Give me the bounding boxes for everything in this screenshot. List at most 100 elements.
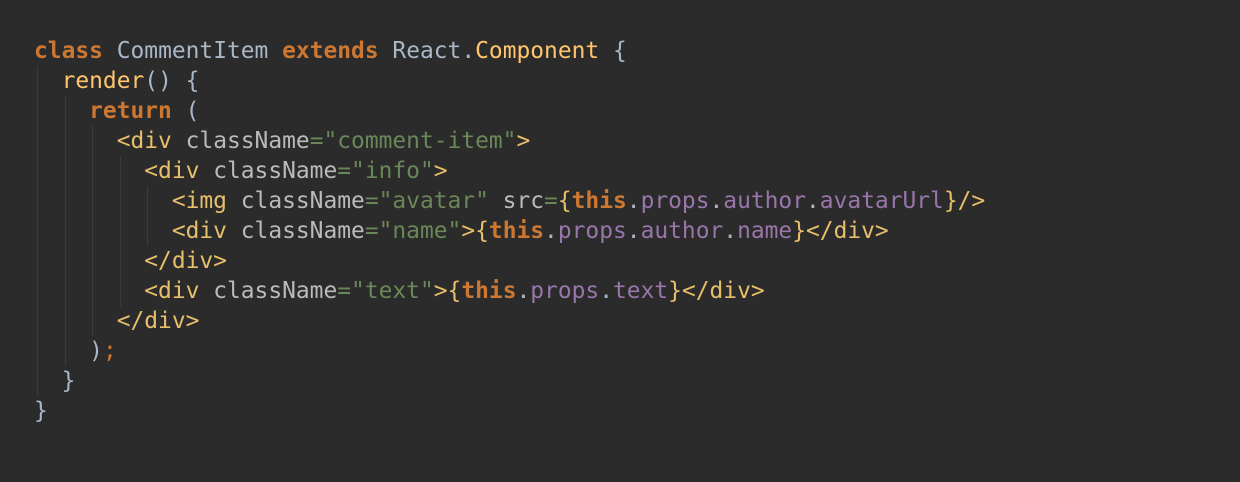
code-token: name <box>737 218 793 244</box>
code-token: "info" <box>351 158 434 184</box>
code-token: . <box>626 188 641 214</box>
code-token: . <box>805 188 820 214</box>
code-token: src <box>502 188 545 214</box>
code-token: > <box>433 278 448 304</box>
code-token: <img <box>171 188 227 214</box>
code-token: this <box>571 188 627 214</box>
code-token: author <box>723 188 806 214</box>
code-token: ) <box>89 338 103 364</box>
code-token: this <box>488 218 545 244</box>
code-token: . <box>516 278 531 304</box>
code-token: { <box>447 278 462 304</box>
code-token: . <box>709 188 724 214</box>
code-token: className <box>185 128 310 154</box>
code-token: { <box>475 218 489 244</box>
code-line: </div> <box>34 306 985 336</box>
code-token: </div> <box>144 248 227 274</box>
code-token: { <box>599 38 627 64</box>
code-token: this <box>461 278 517 304</box>
code-token: text <box>613 278 669 304</box>
code-token: className <box>240 218 365 244</box>
code-token: = <box>544 188 558 214</box>
code-token: <div <box>144 278 200 304</box>
code-token: } <box>61 368 76 394</box>
code-token: > <box>461 218 476 244</box>
code-token: </div> <box>681 278 765 304</box>
code-token: = <box>364 188 379 214</box>
code-token: <div <box>116 128 172 154</box>
code-token: <div <box>144 158 200 184</box>
code-token: </div> <box>806 218 889 244</box>
code-token: = <box>337 158 352 184</box>
code-token: /> <box>957 188 986 214</box>
code-token: . <box>626 218 641 244</box>
code-token: } <box>668 278 682 304</box>
code-line: <div className="text">{this.props.text}<… <box>34 276 985 306</box>
code-token: render <box>61 68 145 94</box>
code-token: className <box>213 158 338 184</box>
code-token: } <box>943 188 958 214</box>
code-token: React <box>392 38 462 64</box>
code-token: "comment-item" <box>323 128 517 154</box>
code-token: <div <box>171 218 227 244</box>
code-token: CommentItem <box>116 38 269 64</box>
code-token: props <box>640 188 710 214</box>
code-token: className <box>213 278 338 304</box>
code-token: author <box>640 218 724 244</box>
code-line: } <box>34 396 985 426</box>
code-token: </div> <box>116 308 200 334</box>
code-line: class CommentItem extends React.Componen… <box>34 36 985 66</box>
code-line: return ( <box>34 96 985 126</box>
code-token: className <box>240 188 365 214</box>
code-token: { <box>557 188 572 214</box>
code-token: > <box>516 128 531 154</box>
code-token: > <box>433 158 448 184</box>
code-block[interactable]: class CommentItem extends React.Componen… <box>34 36 985 426</box>
code-line: render() { <box>34 66 985 96</box>
code-token: } <box>34 398 48 424</box>
code-token: Component <box>475 38 600 64</box>
code-token: avatarUrl <box>819 188 944 214</box>
code-editor[interactable]: class CommentItem extends React.Componen… <box>0 0 1240 482</box>
code-token: class <box>34 38 103 64</box>
code-token: "text" <box>351 278 434 304</box>
code-token: . <box>723 218 738 244</box>
code-line: <div className="comment-item"> <box>34 126 985 156</box>
code-token: props <box>557 218 627 244</box>
code-token: ( <box>171 98 200 124</box>
code-line: } <box>34 366 985 396</box>
code-token: ; <box>102 338 117 364</box>
code-token: extends <box>282 38 379 64</box>
code-token: = <box>309 128 324 154</box>
code-token: . <box>461 38 476 64</box>
code-token: . <box>544 218 558 244</box>
code-token: "name" <box>378 218 462 244</box>
code-line: ); <box>34 336 985 366</box>
code-line: <div className="name">{this.props.author… <box>34 216 985 246</box>
code-token: () { <box>144 68 200 94</box>
code-token: = <box>364 218 379 244</box>
code-line: <img className="avatar" src={this.props.… <box>34 186 985 216</box>
code-token: . <box>599 278 613 304</box>
code-token: = <box>337 278 352 304</box>
code-token: } <box>792 218 806 244</box>
code-line: <div className="info"> <box>34 156 985 186</box>
